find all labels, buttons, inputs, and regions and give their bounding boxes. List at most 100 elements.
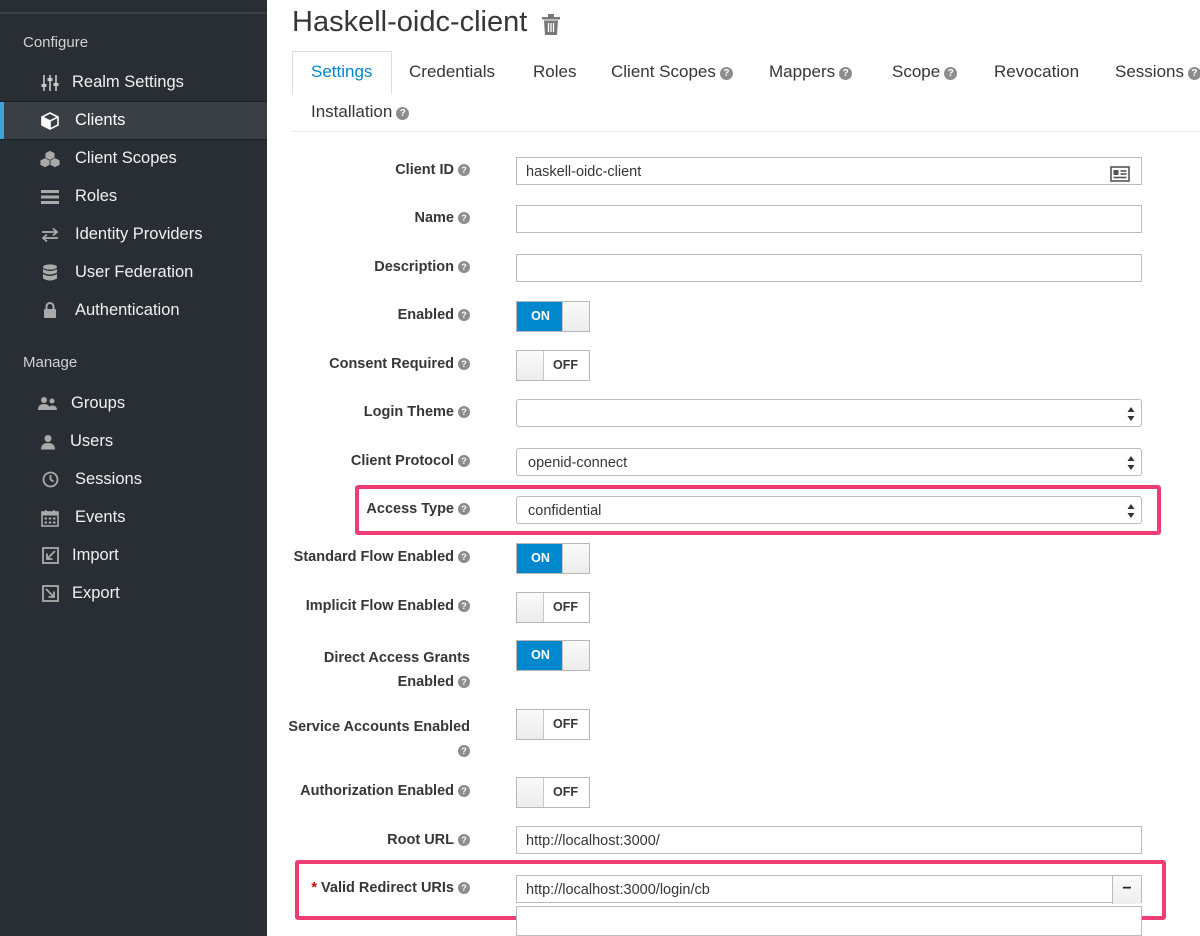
sidebar-item-sessions[interactable]: Sessions <box>0 461 267 498</box>
tab-scope[interactable]: Scope? <box>892 62 958 82</box>
redirect-uri-value: http://localhost:3000/login/cb <box>526 882 710 898</box>
user-icon <box>38 432 58 452</box>
new-redirect-uri-field[interactable] <box>516 906 1142 936</box>
standard-flow-label: Standard Flow Enabled? <box>294 549 470 565</box>
help-icon: ? <box>458 745 470 757</box>
toggle-knob <box>517 710 544 739</box>
direct-access-toggle[interactable]: ON <box>516 640 590 671</box>
access-type-select[interactable]: confidential <box>516 496 1142 524</box>
sidebar-item-label: Groups <box>71 394 126 412</box>
help-icon: ? <box>458 882 470 894</box>
sidebar-item-import[interactable]: Import <box>0 537 267 574</box>
toggle-knob <box>517 593 544 622</box>
list-icon <box>40 187 60 207</box>
tab-client-scopes[interactable]: Client Scopes? <box>611 62 733 82</box>
tab-label: Installation <box>311 102 393 121</box>
help-icon: ? <box>719 67 733 80</box>
sidebar-item-label: Identity Providers <box>75 225 203 243</box>
help-icon: ? <box>944 67 958 80</box>
sidebar-item-label: Authentication <box>75 301 180 319</box>
sidebar-item-events[interactable]: Events <box>0 499 267 536</box>
help-icon: ? <box>458 406 470 418</box>
select-arrows-icon <box>1127 504 1135 518</box>
sidebar-item-clients[interactable]: Clients <box>0 101 267 140</box>
service-accounts-toggle[interactable]: OFF <box>516 709 590 740</box>
tab-label: Revocation <box>994 62 1080 81</box>
sidebar-item-export[interactable]: Export <box>0 575 267 612</box>
sidebar-item-users[interactable]: Users <box>0 423 267 460</box>
sidebar-item-identity-providers[interactable]: Identity Providers <box>0 216 267 253</box>
standard-flow-toggle[interactable]: ON <box>516 543 590 574</box>
toggle-state: OFF <box>553 717 578 731</box>
clock-icon <box>40 470 60 490</box>
tab-roles[interactable]: Roles <box>533 62 576 82</box>
toggle-knob <box>562 641 589 670</box>
root-url-label: Root URL? <box>387 832 470 848</box>
sidebar-item-label: Users <box>70 432 114 450</box>
remove-redirect-uri-button[interactable]: − <box>1112 876 1141 904</box>
tab-settings[interactable]: Settings <box>311 62 372 82</box>
toggle-state: OFF <box>553 358 578 372</box>
tab-revocation[interactable]: Revocation <box>994 62 1079 82</box>
client-id-field[interactable]: haskell-oidc-client <box>516 157 1142 185</box>
toggle-knob <box>517 351 544 380</box>
sidebar-item-user-federation[interactable]: User Federation <box>0 254 267 291</box>
tab-sessions[interactable]: Sessions? <box>1115 62 1200 82</box>
sidebar-item-authentication[interactable]: Authentication <box>0 292 267 329</box>
authorization-label: Authorization Enabled? <box>300 783 470 799</box>
sidebar-item-groups[interactable]: Groups <box>0 385 267 422</box>
cubes-icon <box>40 149 60 169</box>
tab-label: Settings <box>311 62 373 81</box>
export-icon <box>40 584 60 604</box>
tab-mappers[interactable]: Mappers? <box>769 62 853 82</box>
id-card-icon <box>1110 164 1130 192</box>
import-icon <box>40 546 60 566</box>
help-icon: ? <box>458 261 470 273</box>
login-theme-select[interactable] <box>516 399 1142 427</box>
page-title: Haskell-oidc-client <box>292 6 528 38</box>
root-url-field[interactable]: http://localhost:3000/ <box>516 826 1142 854</box>
sidebar-item-label: Client Scopes <box>75 149 177 167</box>
sidebar-item-label: Export <box>72 584 120 602</box>
consent-required-toggle[interactable]: OFF <box>516 350 590 381</box>
redirect-uri-field[interactable]: http://localhost:3000/login/cb − <box>516 875 1142 904</box>
help-icon: ? <box>1187 67 1200 80</box>
description-field[interactable] <box>516 254 1142 282</box>
toggle-state: OFF <box>553 785 578 799</box>
tab-credentials[interactable]: Credentials <box>409 62 495 82</box>
tab-label: Sessions <box>1115 62 1184 81</box>
sliders-icon <box>40 73 60 93</box>
tab-label: Credentials <box>409 62 495 81</box>
help-icon: ? <box>458 358 470 370</box>
toggle-state: ON <box>517 302 564 331</box>
tab-installation[interactable]: Installation? <box>311 102 410 122</box>
sidebar-item-realm-settings[interactable]: Realm Settings <box>0 64 267 101</box>
help-icon: ? <box>458 212 470 224</box>
help-icon: ? <box>458 676 470 688</box>
sidebar-item-roles[interactable]: Roles <box>0 178 267 215</box>
select-value: confidential <box>528 503 602 519</box>
tab-label: Mappers <box>769 62 836 81</box>
sidebar-item-client-scopes[interactable]: Client Scopes <box>0 140 267 177</box>
enabled-label: Enabled? <box>398 307 470 323</box>
database-icon <box>40 263 60 283</box>
authorization-toggle[interactable]: OFF <box>516 777 590 808</box>
client-protocol-select[interactable]: openid-connect <box>516 448 1142 476</box>
exchange-icon <box>40 225 60 245</box>
implicit-flow-toggle[interactable]: OFF <box>516 592 590 623</box>
implicit-flow-label: Implicit Flow Enabled? <box>306 598 470 614</box>
direct-access-label: Direct Access Grants Enabled? <box>323 650 470 690</box>
service-accounts-label: Service Accounts Enabled? <box>288 719 470 757</box>
help-icon: ? <box>458 309 470 321</box>
enabled-toggle[interactable]: ON <box>516 301 590 332</box>
help-icon: ? <box>458 551 470 563</box>
configure-section-title: Configure <box>23 34 89 51</box>
name-field[interactable] <box>516 205 1142 233</box>
help-icon: ? <box>458 503 470 515</box>
toggle-state: ON <box>517 544 564 573</box>
toggle-state: OFF <box>553 600 578 614</box>
select-arrows-icon <box>1127 407 1135 421</box>
help-icon: ? <box>458 785 470 797</box>
trash-icon[interactable] <box>542 14 560 36</box>
lock-icon <box>40 301 60 321</box>
